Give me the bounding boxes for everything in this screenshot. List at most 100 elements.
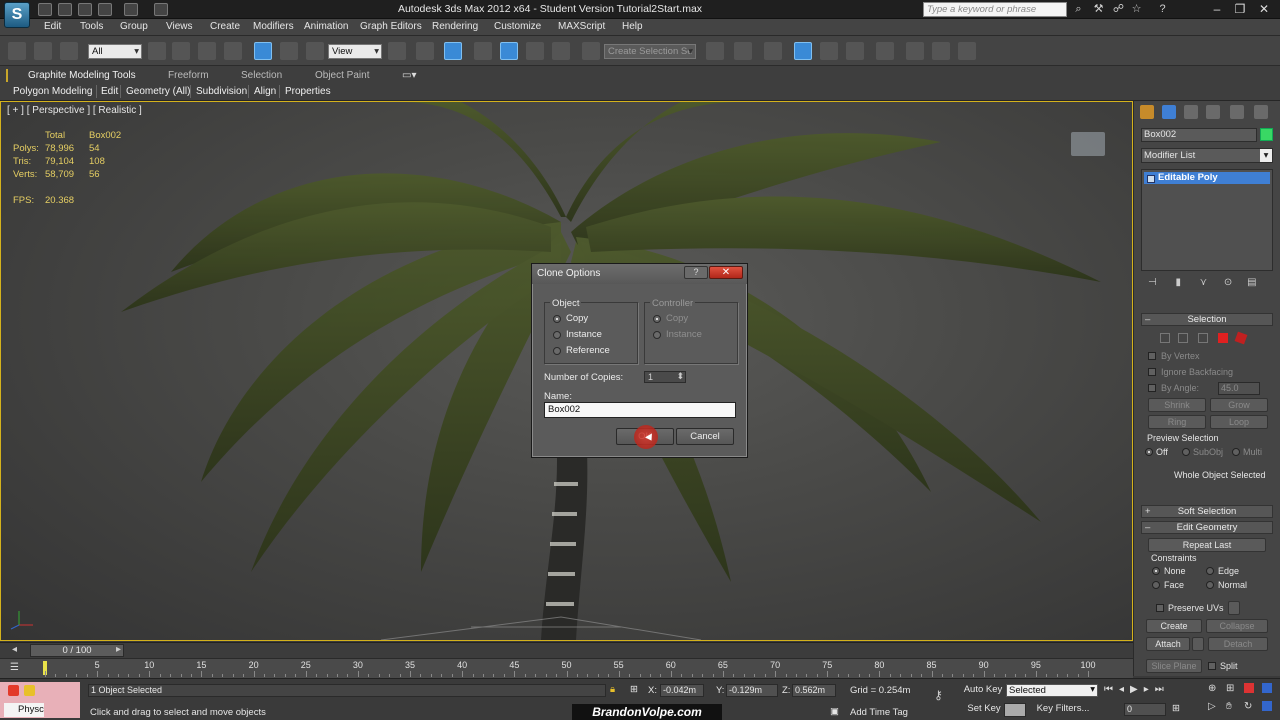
maxscript-listener[interactable]: Physc bbox=[0, 682, 80, 718]
graphite-ribbon-icon[interactable] bbox=[794, 42, 812, 60]
select-object-icon[interactable] bbox=[148, 42, 166, 60]
panel-edit[interactable]: Edit bbox=[101, 86, 118, 97]
viewcube-icon[interactable] bbox=[1071, 132, 1105, 156]
maximize-viewport-icon[interactable] bbox=[1262, 701, 1272, 711]
schematic-view-icon[interactable] bbox=[846, 42, 864, 60]
search-input[interactable]: Type a keyword or phrase bbox=[923, 2, 1067, 17]
element-mode-icon[interactable] bbox=[1234, 331, 1248, 345]
tab-graphite-modeling-tools[interactable]: Graphite Modeling Tools bbox=[28, 70, 136, 81]
z-coordinate-field[interactable]: 0.562m bbox=[792, 684, 836, 697]
menu-group[interactable]: Group bbox=[120, 21, 148, 32]
mini-curve-editor-icon[interactable]: ☰ bbox=[10, 662, 19, 673]
reference-coordinate-dropdown[interactable]: View bbox=[328, 44, 382, 59]
menu-animation[interactable]: Animation bbox=[304, 21, 348, 32]
keyboard-shortcut-override-icon[interactable] bbox=[444, 42, 462, 60]
shrink-button[interactable]: Shrink bbox=[1148, 398, 1206, 412]
border-mode-icon[interactable] bbox=[1198, 333, 1208, 343]
dialog-help-button[interactable]: ? bbox=[684, 266, 708, 279]
go-to-end-icon[interactable]: ⏭ bbox=[1155, 684, 1170, 695]
maxscript-mini-field[interactable]: Physc bbox=[4, 703, 44, 717]
object-color-swatch[interactable] bbox=[1260, 128, 1273, 141]
material-editor-icon[interactable] bbox=[876, 42, 894, 60]
hierarchy-tab-icon[interactable] bbox=[1184, 105, 1198, 119]
create-tab-icon[interactable] bbox=[1140, 105, 1154, 119]
rendered-frame-window-icon[interactable] bbox=[932, 42, 950, 60]
link-icon[interactable] bbox=[8, 42, 26, 60]
named-selection-dropdown[interactable]: Create Selection Se bbox=[604, 44, 696, 59]
attach-button[interactable]: Attach bbox=[1146, 637, 1190, 651]
edit-geometry-rollout[interactable]: – Edit Geometry bbox=[1141, 521, 1273, 534]
add-time-tag-button[interactable]: Add Time Tag bbox=[850, 707, 908, 718]
key-filters-button[interactable]: Key Filters... bbox=[1032, 703, 1094, 717]
collapse-button[interactable]: Collapse bbox=[1206, 619, 1268, 633]
binoculars-icon[interactable]: ⌕ bbox=[1072, 3, 1085, 16]
edit-named-selection-icon[interactable] bbox=[582, 42, 600, 60]
split-checkbox[interactable] bbox=[1208, 662, 1216, 670]
by-angle-spinner[interactable]: 45.0 bbox=[1218, 382, 1260, 395]
configure-modifier-sets-icon[interactable]: ▤ bbox=[1247, 277, 1256, 288]
panel-polygon-modeling[interactable]: Polygon Modeling bbox=[13, 86, 93, 97]
by-vertex-checkbox[interactable] bbox=[1148, 352, 1156, 360]
render-production-icon[interactable] bbox=[958, 42, 976, 60]
select-and-scale-icon[interactable] bbox=[306, 42, 324, 60]
slider-prev-icon[interactable]: ◂ bbox=[12, 644, 17, 655]
select-and-rotate-icon[interactable] bbox=[280, 42, 298, 60]
menu-help[interactable]: Help bbox=[622, 21, 643, 32]
pan-icon[interactable]: ✋︎ bbox=[1226, 701, 1232, 712]
minimize-icon[interactable]: – bbox=[1205, 0, 1229, 18]
curve-editor-icon[interactable] bbox=[820, 42, 838, 60]
key-icon[interactable]: ⚷ bbox=[934, 688, 943, 702]
field-of-view-icon[interactable]: ▷ bbox=[1208, 701, 1216, 712]
object-instance-radio[interactable]: Instance bbox=[553, 329, 633, 341]
repeat-last-button[interactable]: Repeat Last bbox=[1148, 538, 1266, 552]
menu-tools[interactable]: Tools bbox=[80, 21, 103, 32]
rectangle-selection-icon[interactable] bbox=[198, 42, 216, 60]
by-angle-checkbox[interactable] bbox=[1148, 384, 1156, 392]
viewport-label[interactable]: [ + ] [ Perspective ] [ Realistic ] bbox=[7, 105, 142, 116]
select-manipulate-icon[interactable] bbox=[416, 42, 434, 60]
bind-space-warp-icon[interactable] bbox=[60, 42, 78, 60]
preserve-uvs-checkbox[interactable] bbox=[1156, 604, 1164, 612]
menu-create[interactable]: Create bbox=[210, 21, 240, 32]
angle-snap-icon[interactable] bbox=[500, 42, 518, 60]
object-copy-radio[interactable]: Copy bbox=[553, 313, 633, 325]
zoom-icon[interactable]: ⊕ bbox=[1208, 683, 1216, 694]
slice-plane-button[interactable]: Slice Plane bbox=[1146, 659, 1202, 673]
panel-subdivision[interactable]: Subdivision bbox=[196, 86, 247, 97]
object-reference-radio[interactable]: Reference bbox=[553, 345, 633, 357]
constraint-edge-radio[interactable] bbox=[1206, 567, 1214, 575]
stack-item-editable-poly[interactable]: Editable Poly bbox=[1144, 172, 1270, 184]
render-setup-icon[interactable] bbox=[906, 42, 924, 60]
polygon-mode-icon[interactable] bbox=[1218, 333, 1228, 343]
subscription-icon[interactable]: ⚒ bbox=[1092, 3, 1105, 16]
set-key-large-button[interactable] bbox=[1004, 703, 1026, 717]
maximize-icon[interactable]: ❐ bbox=[1228, 0, 1252, 18]
menu-views[interactable]: Views bbox=[166, 21, 193, 32]
number-of-copies-spinner[interactable]: 1 bbox=[644, 371, 686, 383]
time-tag-icon[interactable]: ▣ bbox=[830, 706, 839, 717]
grow-button[interactable]: Grow bbox=[1210, 398, 1268, 412]
play-icon[interactable]: ▶ bbox=[1130, 684, 1144, 695]
current-frame-field[interactable]: 0 bbox=[1124, 703, 1166, 716]
modify-tab-icon[interactable] bbox=[1162, 105, 1176, 119]
menu-modifiers[interactable]: Modifiers bbox=[253, 21, 294, 32]
object-name-field[interactable]: Box002 bbox=[1141, 128, 1257, 142]
set-key-button[interactable]: Set Key bbox=[966, 703, 1002, 717]
key-mode-dropdown[interactable]: Selected bbox=[1006, 684, 1098, 697]
cancel-button[interactable]: Cancel bbox=[676, 428, 734, 445]
edge-mode-icon[interactable] bbox=[1178, 333, 1188, 343]
track-bar[interactable]: ☰ 5 10 15 20 25 30 35 40 45 50 55 60 65 70 75 80 85 90 95 1… bbox=[0, 658, 1133, 678]
select-and-move-icon[interactable] bbox=[254, 42, 272, 60]
panel-properties[interactable]: Properties bbox=[285, 86, 331, 97]
modifier-list-dropdown[interactable]: Modifier List bbox=[1141, 148, 1273, 163]
help-icon[interactable]: ? bbox=[1156, 3, 1169, 16]
controller-copy-radio[interactable]: Copy bbox=[653, 313, 733, 325]
ribbon-options-icon[interactable]: ▭▾ bbox=[402, 70, 416, 81]
menu-graph-editors[interactable]: Graph Editors bbox=[360, 21, 422, 32]
go-to-start-icon[interactable]: ⏮ bbox=[1104, 684, 1119, 695]
attach-list-button[interactable] bbox=[1192, 637, 1204, 651]
time-config-icon[interactable]: ⊞ bbox=[1172, 703, 1180, 714]
motion-tab-icon[interactable] bbox=[1206, 105, 1220, 119]
controller-instance-radio[interactable]: Instance bbox=[653, 329, 733, 341]
panel-geometry-all[interactable]: Geometry (All) bbox=[126, 86, 190, 97]
